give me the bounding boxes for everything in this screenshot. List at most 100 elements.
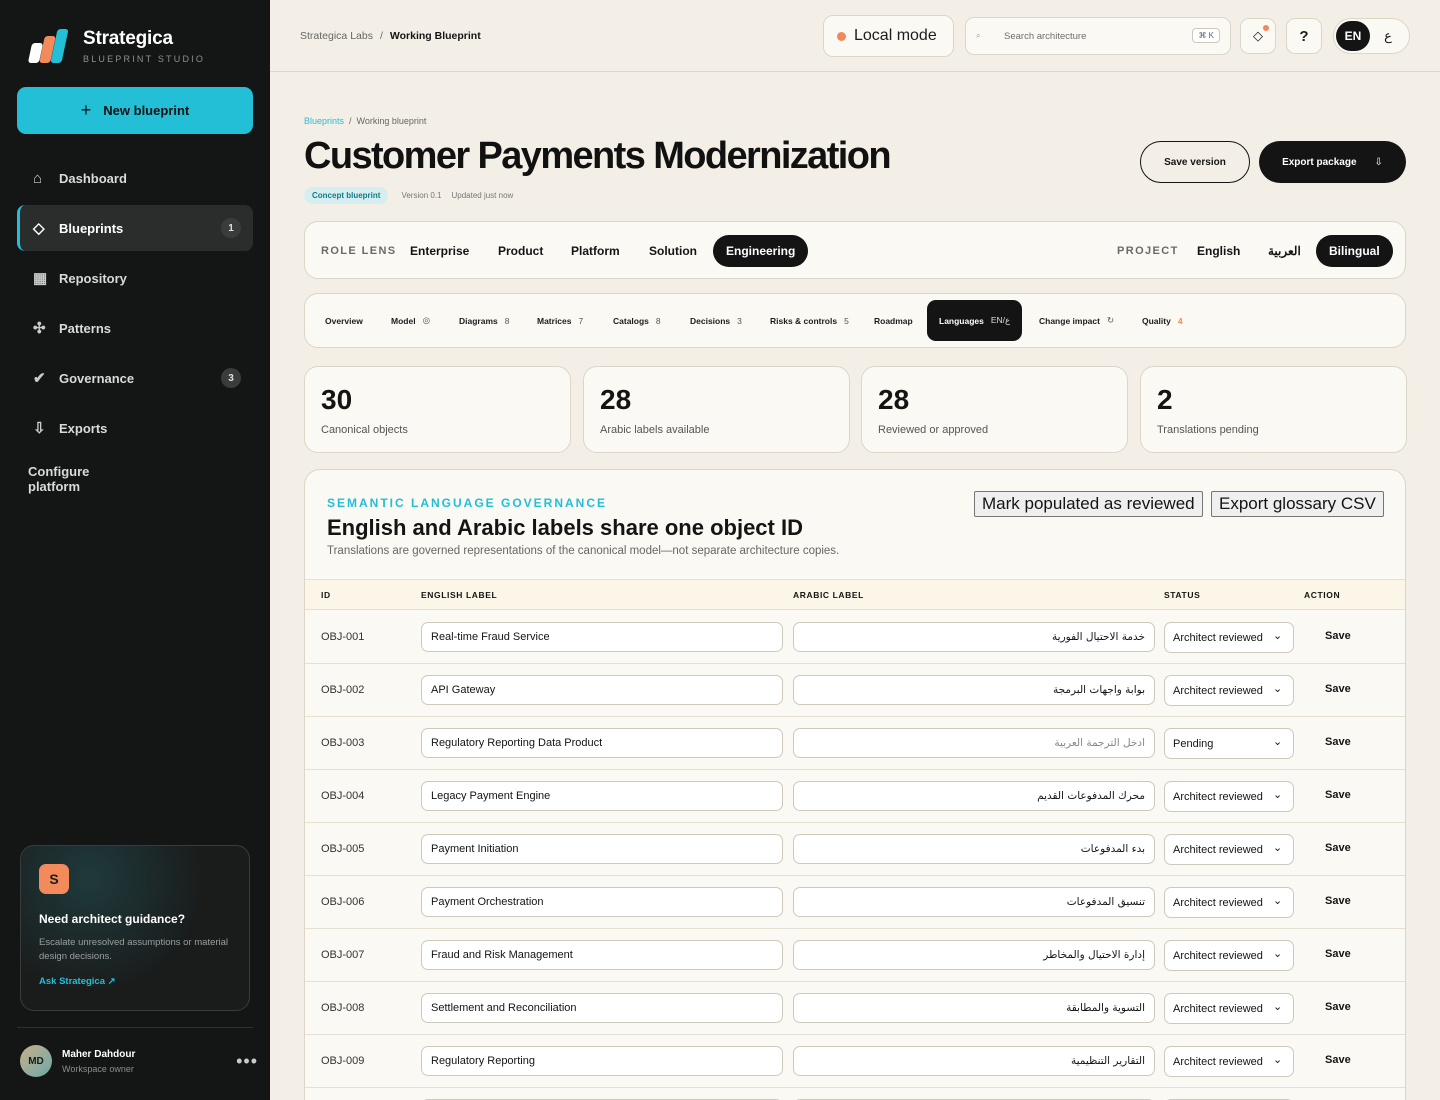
status-select[interactable]: Architect reviewedPending <box>1164 781 1294 812</box>
brand[interactable]: Strategica BLUEPRINT STUDIO <box>27 28 205 64</box>
status-select[interactable]: Architect reviewedPending <box>1164 622 1294 653</box>
lens-option-solution[interactable]: Solution <box>636 235 710 267</box>
save-row-button[interactable]: Save <box>1325 1054 1351 1066</box>
arabic-label-input[interactable] <box>793 675 1155 705</box>
search-input[interactable] <box>1004 30 1184 42</box>
language-ar-option[interactable]: ع <box>1370 28 1406 44</box>
table-row: OBJ-008Architect reviewedPending⌄Save <box>305 982 1405 1035</box>
tab-roadmap[interactable]: Roadmap <box>862 300 925 341</box>
sidebar-item-blueprints[interactable]: ◇ Blueprints 1 <box>17 205 253 251</box>
configure-platform-link[interactable]: Configure platform <box>28 464 128 494</box>
mark-reviewed-button[interactable]: Mark populated as reviewed <box>974 491 1203 517</box>
arabic-label-input[interactable] <box>793 781 1155 811</box>
english-label-input[interactable] <box>421 622 783 652</box>
lens-option-engineering[interactable]: Engineering <box>713 235 809 267</box>
save-row-button[interactable]: Save <box>1325 895 1351 907</box>
notifications-button[interactable]: ◇ <box>1240 18 1276 54</box>
local-mode-indicator[interactable]: Local mode <box>823 15 954 57</box>
tab-model[interactable]: Model ◎ <box>379 300 442 341</box>
tab-count: 7 <box>578 315 584 326</box>
sidebar-item-governance[interactable]: ✔ Governance 3 <box>17 355 253 401</box>
table-row: OBJ-003Architect reviewedPending⌄Save <box>305 717 1405 770</box>
breadcrumb-workspace[interactable]: Strategica Labs <box>300 30 373 42</box>
english-label-input[interactable] <box>421 781 783 811</box>
status-select[interactable]: Architect reviewedPending <box>1164 940 1294 971</box>
new-blueprint-button[interactable]: + New blueprint <box>17 87 253 134</box>
status-select[interactable]: Architect reviewedPending <box>1164 887 1294 918</box>
tab-matrices[interactable]: Matrices 7 <box>525 300 595 341</box>
sidebar-item-exports[interactable]: ⇩ Exports <box>17 405 253 451</box>
tab-decisions[interactable]: Decisions 3 <box>678 300 754 341</box>
english-label-input[interactable] <box>421 887 783 917</box>
object-id: OBJ-006 <box>321 896 365 908</box>
save-row-button[interactable]: Save <box>1325 630 1351 642</box>
english-label-input[interactable] <box>421 728 783 758</box>
stat-value: 28 <box>878 384 910 415</box>
arabic-label-input[interactable] <box>793 1046 1155 1076</box>
arabic-label-input[interactable] <box>793 940 1155 970</box>
save-version-button[interactable]: Save version <box>1140 141 1250 183</box>
tab-languages[interactable]: Languages EN/ع <box>927 300 1023 341</box>
ask-strategica-link[interactable]: Ask Strategica ↗ <box>39 976 231 987</box>
project-label: PROJECT <box>1117 245 1179 257</box>
project-language-english[interactable]: English <box>1184 235 1253 267</box>
arabic-label-input[interactable] <box>793 993 1155 1023</box>
project-language-bilingual[interactable]: Bilingual <box>1316 235 1393 267</box>
sidebar-item-label: Governance <box>59 370 135 386</box>
status-select[interactable]: Architect reviewedPending <box>1164 993 1294 1024</box>
language-en-option[interactable]: EN <box>1336 21 1370 51</box>
save-row-button[interactable]: Save <box>1325 842 1351 854</box>
status-select[interactable]: Architect reviewedPending <box>1164 675 1294 706</box>
sidebar-item-dashboard[interactable]: ⌂ Dashboard <box>17 155 253 201</box>
sidebar-item-repository[interactable]: ▦ Repository <box>17 255 253 301</box>
export-glossary-button[interactable]: Export glossary CSV <box>1211 491 1384 517</box>
save-row-button[interactable]: Save <box>1325 789 1351 801</box>
help-button[interactable]: ? <box>1286 18 1322 54</box>
sidebar-item-label: Exports <box>59 420 108 436</box>
save-row-button[interactable]: Save <box>1325 736 1351 748</box>
search-box[interactable]: ⌕ ⌘ K <box>965 17 1231 55</box>
english-label-input[interactable] <box>421 675 783 705</box>
avatar: MD <box>20 1045 52 1077</box>
save-row-button[interactable]: Save <box>1325 1001 1351 1013</box>
tab-risks-controls[interactable]: Risks & controls 5 <box>758 300 861 341</box>
breadcrumb-blueprints-link[interactable]: Blueprints <box>304 116 344 126</box>
status-select[interactable]: Architect reviewedPending <box>1164 834 1294 865</box>
table-row: OBJ-007Architect reviewedPending⌄Save <box>305 929 1405 982</box>
search-icon: ⌕ <box>976 31 981 40</box>
english-label-input[interactable] <box>421 1046 783 1076</box>
save-row-button[interactable]: Save <box>1325 948 1351 960</box>
sidebar-item-patterns[interactable]: ✣ Patterns <box>17 305 253 351</box>
user-profile[interactable]: MD Maher Dahdour Workspace owner ••• <box>20 1045 260 1077</box>
tab-overview[interactable]: Overview <box>313 300 375 341</box>
save-row-button[interactable]: Save <box>1325 683 1351 695</box>
lens-option-platform[interactable]: Platform <box>558 235 633 267</box>
lens-option-product[interactable]: Product <box>485 235 556 267</box>
lens-option-enterprise[interactable]: Enterprise <box>397 235 482 267</box>
language-toggle[interactable]: EN ع <box>1333 18 1410 54</box>
tab-catalogs[interactable]: Catalogs 8 <box>601 300 673 341</box>
column-header-id: ID <box>321 590 331 600</box>
tab-count: 3 <box>737 315 742 326</box>
table-row: OBJ-002Architect reviewedPending⌄Save <box>305 664 1405 717</box>
status-select[interactable]: Architect reviewedPending <box>1164 728 1294 759</box>
arabic-label-input[interactable] <box>793 834 1155 864</box>
tab-change-impact[interactable]: Change impact ↻ <box>1027 300 1126 341</box>
project-language-arabic[interactable]: العربية <box>1255 235 1314 267</box>
english-label-input[interactable] <box>421 834 783 864</box>
more-options-icon[interactable]: ••• <box>236 1051 258 1072</box>
tab-diagrams[interactable]: Diagrams 8 <box>447 300 521 341</box>
export-package-button[interactable]: Export package ⇩ <box>1259 141 1406 183</box>
panel-eyebrow: SEMANTIC LANGUAGE GOVERNANCE <box>327 496 608 510</box>
stat-label: Arabic labels available <box>600 424 710 436</box>
download-icon: ⇩ <box>33 420 46 437</box>
help-icon: ? <box>1299 27 1309 45</box>
arabic-label-input[interactable] <box>793 622 1155 652</box>
tab-quality[interactable]: Quality 4 <box>1130 300 1195 341</box>
status-select[interactable]: Architect reviewedPending <box>1164 1046 1294 1077</box>
user-name: Maher Dahdour <box>62 1048 136 1060</box>
arabic-label-input[interactable] <box>793 887 1155 917</box>
arabic-label-input[interactable] <box>793 728 1155 758</box>
english-label-input[interactable] <box>421 940 783 970</box>
english-label-input[interactable] <box>421 993 783 1023</box>
